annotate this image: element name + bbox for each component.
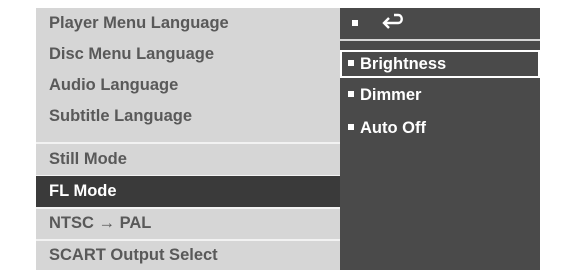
submenu-item-brightness[interactable]: Brightness: [340, 50, 540, 78]
menu-item-ntsc-to-pal[interactable]: NTSC → PAL: [36, 208, 340, 239]
submenu-header-divider: [340, 39, 540, 41]
bullet-icon: [348, 90, 354, 97]
submenu-item-label: Auto Off: [360, 119, 426, 137]
submenu-header: [340, 8, 540, 39]
menu-item-scart-output-select[interactable]: SCART Output Select: [36, 240, 340, 271]
menu-item-disc-menu-language[interactable]: Disc Menu Language: [36, 39, 340, 70]
fl-mode-submenu: Brightness Dimmer Auto Off: [340, 8, 540, 270]
menu-item-audio-language[interactable]: Audio Language: [36, 70, 340, 101]
submenu-item-label: Brightness: [360, 55, 447, 73]
menu-item-player-menu-language[interactable]: Player Menu Language: [36, 8, 340, 39]
menu-item-still-mode[interactable]: Still Mode: [36, 144, 340, 175]
submenu-item-auto-off[interactable]: Auto Off: [340, 114, 540, 142]
return-arrow-icon[interactable]: [378, 13, 408, 33]
submenu-item-dimmer[interactable]: Dimmer: [340, 81, 540, 109]
submenu-item-label: Dimmer: [360, 86, 422, 104]
bullet-icon: [352, 20, 358, 26]
menu-item-fl-mode[interactable]: FL Mode: [36, 176, 340, 207]
menu-item-subtitle-language[interactable]: Subtitle Language: [36, 101, 340, 132]
bullet-icon: [348, 123, 354, 130]
bullet-icon: [348, 59, 354, 66]
main-menu-list: Player Menu Language Disc Menu Language …: [36, 8, 340, 270]
settings-menu-panel: Player Menu Language Disc Menu Language …: [36, 8, 540, 270]
